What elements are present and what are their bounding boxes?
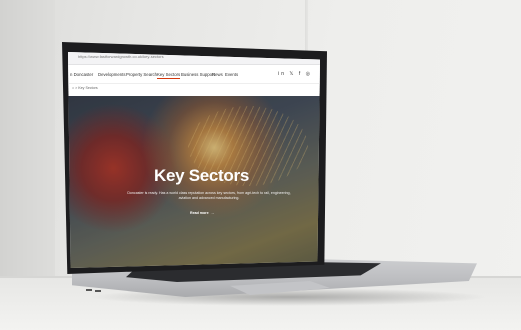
url-text[interactable]: https://www.fastforwardgrowth.co.uk/key-… [78, 54, 164, 59]
hero-title: Key Sectors [154, 166, 249, 185]
nav-news[interactable]: News [212, 72, 223, 77]
left-wall [0, 0, 55, 285]
site-logo[interactable]: n Doncaster [70, 72, 93, 77]
laptop-screen: https://www.fastforwardgrowth.co.uk/key-… [68, 52, 320, 268]
nav-key-sectors[interactable]: Key Sectors [157, 72, 181, 79]
hero-description: Doncaster is ready. Has a world class re… [127, 191, 291, 200]
arrow-right-icon: → [210, 211, 215, 215]
read-more-label: Read more [190, 211, 209, 215]
nav-developments[interactable]: Developments [98, 72, 125, 77]
breadcrumb[interactable]: ⌂ > Key Sectors [72, 86, 98, 90]
usb-port [86, 289, 92, 291]
breadcrumb-bar: ⌂ > Key Sectors [68, 84, 320, 94]
nav-events[interactable]: Events [225, 72, 238, 77]
nav-business-support[interactable]: Business Support [181, 72, 215, 77]
nav-property-search[interactable]: Property Search [126, 72, 157, 77]
usb-port [95, 290, 101, 292]
hero-banner: Key Sectors Doncaster is ready. Has a wo… [68, 96, 320, 268]
social-icons[interactable]: in 𝕏 f ◎ [278, 71, 312, 77]
site-nav: n Doncaster Developments Property Search… [68, 65, 320, 84]
read-more-link[interactable]: Read more → [190, 211, 214, 215]
